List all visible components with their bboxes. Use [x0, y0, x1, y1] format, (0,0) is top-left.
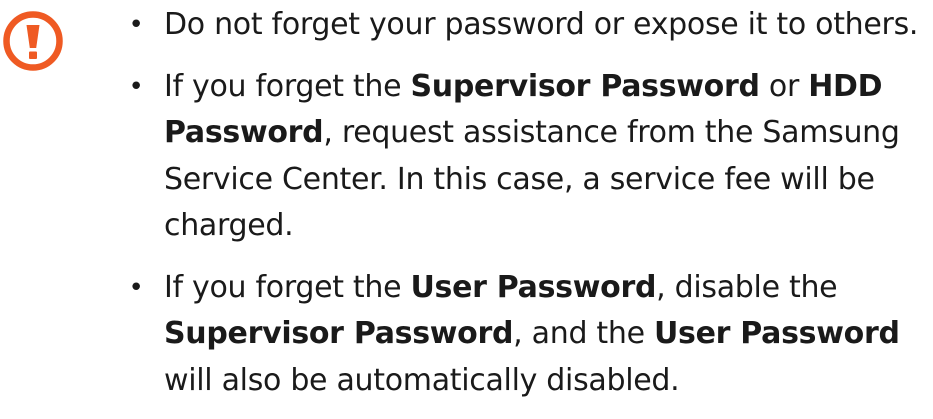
note-text: , disable the: [656, 269, 838, 305]
term-supervisor-password: Supervisor Password: [164, 316, 514, 351]
bullet: •: [128, 10, 144, 40]
term-user-password: User Password: [410, 269, 657, 305]
term-user-password: User Password: [654, 316, 900, 351]
bullet: •: [128, 71, 144, 102]
note-text: Do not forget your password or expose it…: [164, 7, 919, 42]
note-text: If you forget the: [164, 269, 411, 305]
term-supervisor-password: Supervisor Password: [410, 68, 760, 104]
note-text: will also be automatically disabled.: [164, 362, 680, 398]
caution-exclamation-icon: [3, 11, 63, 71]
bullet: •: [128, 272, 144, 303]
note-text: , and the: [513, 316, 654, 351]
note-item-1: • Do not forget your password or expose …: [126, 2, 930, 49]
note-item-3: • If you forget the User Password, disab…: [126, 265, 930, 405]
note-text: If you forget the: [164, 68, 411, 104]
note-text: or: [759, 68, 809, 104]
caution-notes-list: • Do not forget your password or expose …: [126, 2, 930, 419]
note-item-2: • If you forget the Supervisor Password …: [126, 64, 930, 250]
